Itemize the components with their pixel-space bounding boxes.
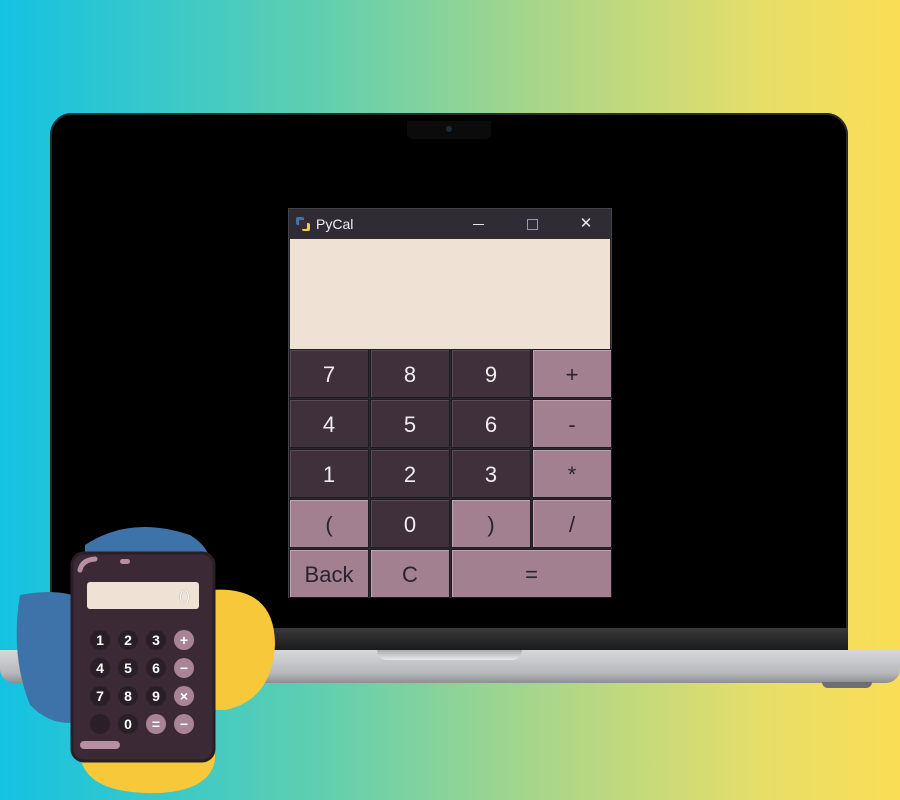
key-plus[interactable]: +	[532, 349, 612, 398]
calculator-display[interactable]	[290, 239, 610, 349]
camera-notch	[407, 121, 491, 139]
illustration-key-label: 5	[124, 660, 132, 676]
key-open-paren[interactable]: (	[289, 499, 369, 548]
key-5[interactable]: 5	[370, 399, 450, 448]
keypad: 7 8 9 + 4 5 6 - 1 2 3 * ( 0 ) / Back C =	[289, 349, 612, 599]
illustration-key-label: 9	[152, 688, 160, 704]
illustration-key-label: 6	[152, 660, 160, 676]
key-4[interactable]: 4	[289, 399, 369, 448]
close-button[interactable]: ✕	[559, 209, 613, 239]
key-3[interactable]: 3	[451, 449, 531, 498]
calculator-screen-value: 0	[179, 587, 190, 609]
illustration-key-label: 1	[96, 632, 104, 648]
key-0[interactable]: 0	[370, 499, 450, 548]
illustration-key-label: 2	[124, 632, 132, 648]
calculator-base-highlight	[80, 741, 120, 749]
key-divide[interactable]: /	[532, 499, 612, 548]
close-icon: ✕	[579, 215, 593, 232]
maximize-icon	[526, 218, 538, 230]
key-close-paren[interactable]: )	[451, 499, 531, 548]
key-6[interactable]: 6	[451, 399, 531, 448]
title-bar[interactable]: PyCal ✕	[289, 209, 611, 239]
illustration-key-label: +	[180, 632, 188, 648]
key-clear[interactable]: C	[370, 549, 450, 598]
illustration-key-label: 4	[96, 660, 104, 676]
illustration-key-label: 0	[124, 716, 132, 732]
key-8[interactable]: 8	[370, 349, 450, 398]
key-back[interactable]: Back	[289, 549, 369, 598]
camera-icon	[446, 126, 452, 132]
calculator-highlight-dot	[120, 559, 130, 564]
key-7[interactable]: 7	[289, 349, 369, 398]
pycal-window: PyCal ✕ 7 8 9 + 4 5 6 - 1 2 3 * ( 0 ) / …	[288, 208, 612, 598]
illustration-key-label: 7	[96, 688, 104, 704]
python-calculator-illustration: 0 1 2 3 +4 5 6 − 7 8 9 × 0 = −	[16, 527, 275, 794]
key-multiply[interactable]: *	[532, 449, 612, 498]
illustration-key-label: −	[180, 716, 188, 732]
illustration-key-label: 8	[124, 688, 132, 704]
illustration-key-label: =	[152, 716, 160, 732]
key-9[interactable]: 9	[451, 349, 531, 398]
illustration-key-label: 3	[152, 632, 160, 648]
python-logo-yellow	[210, 589, 275, 710]
key-equals[interactable]: =	[451, 549, 612, 598]
minimize-button[interactable]	[451, 209, 505, 239]
window-title: PyCal	[316, 216, 354, 232]
key-1[interactable]: 1	[289, 449, 369, 498]
illustration-key-label: −	[180, 660, 188, 676]
python-icon	[296, 217, 310, 231]
minimize-icon	[472, 223, 484, 225]
maximize-button[interactable]	[505, 209, 559, 239]
illustration-key-label: ×	[180, 688, 188, 704]
illustration-key	[90, 714, 110, 734]
key-2[interactable]: 2	[370, 449, 450, 498]
trackpad-notch	[377, 650, 522, 660]
laptop-foot-right	[822, 682, 872, 688]
key-minus[interactable]: -	[532, 399, 612, 448]
